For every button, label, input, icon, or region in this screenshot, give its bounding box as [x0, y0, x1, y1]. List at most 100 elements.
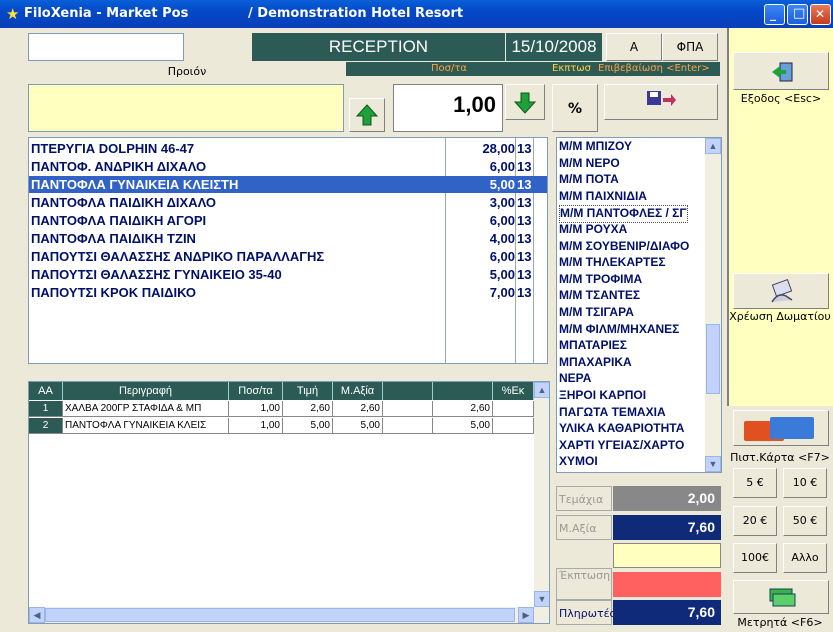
vat-button[interactable]: ΦΠΑ	[662, 33, 718, 61]
grid-header[interactable]: %Εκ	[493, 382, 534, 400]
cash-5-button[interactable]: 5 €	[733, 468, 777, 498]
product-row[interactable]: ΠΑΝΤΟΦΛΑ ΠΑΙΔΙΚΗ ΑΓΟΡΙ 6,00 13	[29, 212, 547, 229]
table-cell: 2,60	[333, 401, 383, 417]
product-row[interactable]: ΠΑΝΤΟΦ. ΑΝΔΡΙΚΗ ΔΙΧΑΛΟ 6,00 13	[29, 158, 547, 175]
scroll-left-icon[interactable]: ◀	[29, 607, 45, 623]
grid-header[interactable]	[433, 382, 493, 400]
grid-vscroll[interactable]: ▲ ▼	[534, 382, 549, 623]
category-item[interactable]: Μ/Μ ΜΠΙΖΟΥ	[559, 139, 632, 155]
exit-button[interactable]	[733, 52, 829, 90]
scroll-thumb[interactable]	[706, 324, 720, 394]
product-row[interactable]: ΠΤΕΡΥΓΙΑ DOLPHIN 46-47 28,00 13	[29, 140, 547, 157]
arrow-up-icon	[355, 104, 379, 126]
close-button[interactable]: ✕	[810, 4, 831, 25]
minimize-button[interactable]: _	[764, 4, 785, 25]
category-scrollbar[interactable]: ▲ ▼	[705, 138, 721, 472]
scroll-down-icon[interactable]: ▼	[534, 591, 549, 607]
product-row[interactable]: ΠΑΝΤΟΦΛΑ ΓΥΝΑΙΚΕΙΑ ΚΛΕΙΣΤΗ 5,00 13	[29, 176, 547, 193]
maximize-button[interactable]: □	[787, 4, 808, 25]
category-item[interactable]: Μ/Μ ΤΡΟΦΙΜΑ	[559, 272, 642, 288]
product-row[interactable]: ΠΑΠΟΥΤΣΙ ΘΑΛΑΣΣΗΣ ΑΝΔΡΙΚΟ ΠΑΡΑΛΛΑΓΗΣ 6,00…	[29, 248, 547, 265]
credit-card-button[interactable]	[733, 410, 829, 446]
category-item[interactable]: ΥΛΙΚΑ ΚΑΘΑΡΙΟΤΗΤΑ	[559, 421, 684, 437]
cash-button[interactable]	[733, 580, 829, 614]
cash-20-button[interactable]: 20 €	[733, 506, 777, 536]
category-item[interactable]: ΝΕΡΑ	[559, 371, 591, 387]
product-price: 5,00	[489, 267, 515, 282]
scroll-up-icon[interactable]: ▲	[534, 382, 549, 398]
product-row[interactable]: ΠΑΠΟΥΤΣΙ ΚΡΟΚ ΠΑΙΔΙΚΟ 7,00 13	[29, 284, 547, 301]
product-price: 6,00	[489, 159, 515, 174]
grid-header[interactable]: Μ.Αξία	[333, 382, 383, 400]
mode-title: RECEPTION	[252, 33, 505, 61]
product-vat: 13	[517, 231, 532, 246]
exit-door-icon	[772, 62, 793, 82]
category-item[interactable]: Μ/Μ ΝΕΡΟ	[559, 156, 620, 172]
a-button[interactable]: A	[606, 33, 662, 61]
qty-down-button[interactable]	[505, 84, 545, 120]
category-item[interactable]: ΠΑΓΩΤΑ ΤΕΜΑΧΙΑ	[559, 405, 666, 421]
table-cell: 1	[29, 401, 63, 417]
category-item[interactable]: Μ/Μ ΣΟΥΒΕΝΙΡ/ΔΙΑΦΟ	[559, 239, 689, 255]
category-item[interactable]: Μ/Μ ΦΙΛΜ/ΜΗΧΑΝΕΣ	[559, 322, 679, 338]
barcode-input[interactable]	[28, 33, 184, 61]
table-cell	[383, 418, 433, 434]
category-item[interactable]: Μ/Μ ΠΟΤΑ	[559, 172, 619, 188]
hand-card-icon	[771, 278, 793, 303]
grid-hscroll[interactable]: ◀ ▶	[29, 607, 534, 623]
percent-button[interactable]: %	[552, 84, 598, 132]
grid-header[interactable]: Τιμή	[283, 382, 333, 400]
grid-header[interactable]: Ποσ/τα	[229, 382, 283, 400]
cash-50-button[interactable]: 50 €	[783, 506, 827, 536]
product-vat: 13	[517, 285, 532, 300]
blank-value	[613, 543, 721, 568]
category-item[interactable]: Μ/Μ ΡΟΥΧΑ	[559, 222, 627, 238]
product-name: ΠΑΠΟΥΤΣΙ ΚΡΟΚ ΠΑΙΔΙΚΟ	[31, 285, 196, 300]
order-grid[interactable]: ΑΑ Περιγραφή Ποσ/τα Τιμή Μ.Αξία %Εκ 1 ΧΑΛΒΑ 20…	[28, 381, 550, 624]
product-row[interactable]: ΠΑΝΤΟΦΛΑ ΠΑΙΔΙΚΗ ΤΖΙΝ 4,00 13	[29, 230, 547, 247]
category-item[interactable]: Μ/Μ ΠΑΝΤΟΦΛΕΣ / ΣΓ	[559, 205, 688, 224]
category-item[interactable]: ΧΑΡΤΙ ΥΓΕΙΑΣ/ΧΑΡΤΟ	[559, 438, 684, 454]
grid-header[interactable]	[383, 382, 433, 400]
category-item[interactable]: Μ/Μ ΠΑΙΧΝΙΔΙΑ	[559, 189, 647, 205]
product-row[interactable]: ΠΑΝΤΟΦΛΑ ΠΑΙΔΙΚΗ ΔΙΧΑΛΟ 3,00 13	[29, 194, 547, 211]
product-name: ΠΑΠΟΥΤΣΙ ΘΑΛΑΣΣΗΣ ΓΥΝΑΙΚΕΙΟ 35-40	[31, 267, 282, 282]
scroll-up-icon[interactable]: ▲	[705, 138, 721, 154]
confirm-label: Επιβεβαίωση <Enter>	[598, 62, 720, 76]
category-item[interactable]: ΞΗΡΟΙ ΚΑΡΠΟΙ	[559, 388, 646, 404]
table-cell: ΧΑΛΒΑ 200ΓΡ ΣΤΑΦΙΔΑ & ΜΠ	[63, 401, 229, 417]
category-item[interactable]: Μ/Μ ΤΣΙΓΑΡΑ	[559, 305, 634, 321]
discount-value[interactable]	[613, 572, 721, 597]
title-bar[interactable]: ★ FiloXenia - Market Pos / Demonstration…	[0, 0, 833, 28]
save-confirm-button[interactable]	[604, 84, 718, 120]
cash-label: Μετρητά <F6>	[737, 616, 823, 629]
category-list[interactable]: Μ/Μ ΜΠΙΖΟΥ Μ/Μ ΝΕΡΟ Μ/Μ ΠΟΤΑ Μ/Μ ΠΑΙΧΝΙΔΙΑ Μ…	[556, 137, 722, 473]
cash-other-button[interactable]: Αλλο	[783, 543, 827, 573]
scroll-down-icon[interactable]: ▼	[705, 456, 721, 472]
category-item[interactable]: Μ/Μ ΤΗΛΕΚΑΡΤΕΣ	[559, 255, 666, 271]
product-name: ΠΑΝΤΟΦΛΑ ΠΑΙΔΙΚΗ ΔΙΧΑΛΟ	[31, 195, 217, 210]
grid-header[interactable]: Περιγραφή	[63, 382, 229, 400]
credit-card-label: Πιστ.Κάρτα <F7>	[730, 451, 830, 464]
scroll-right-icon[interactable]: ▶	[518, 607, 534, 623]
product-description-field[interactable]	[28, 84, 344, 132]
category-item[interactable]: ΜΠΑΧΑΡΙΚΑ	[559, 355, 632, 371]
arrow-down-icon	[513, 92, 537, 114]
category-item[interactable]: ΧΥΜΟΙ	[559, 454, 598, 470]
scroll-thumb[interactable]	[45, 608, 515, 622]
category-item[interactable]: Μ/Μ ΤΣΑΝΤΕΣ	[559, 288, 640, 304]
grid-header[interactable]: ΑΑ	[29, 382, 63, 400]
table-cell: 2	[29, 418, 63, 434]
product-row[interactable]: ΠΑΠΟΥΤΣΙ ΘΑΛΑΣΣΗΣ ΓΥΝΑΙΚΕΙΟ 35-40 5,00 13	[29, 266, 547, 283]
category-item[interactable]: ΜΠΑΤΑΡΙΕΣ	[559, 338, 627, 354]
product-name: ΠΑΝΤΟΦ. ΑΝΔΡΙΚΗ ΔΙΧΑΛΟ	[31, 159, 207, 174]
room-charge-button[interactable]	[733, 273, 829, 309]
cash-10-button[interactable]: 10 €	[783, 468, 827, 498]
table-cell	[493, 401, 534, 417]
product-list[interactable]: ΠΤΕΡΥΓΙΑ DOLPHIN 46-47 28,00 13 ΠΑΝΤΟΦ. ΑΝΔ…	[28, 137, 548, 364]
qty-up-button[interactable]	[349, 98, 385, 132]
cash-100-button[interactable]: 100€	[733, 543, 777, 573]
qty-field[interactable]: 1,00	[393, 84, 503, 132]
product-name: ΠΑΝΤΟΦΛΑ ΠΑΙΔΙΚΗ ΤΖΙΝ	[31, 231, 196, 246]
cash-notes-icon	[769, 588, 796, 607]
